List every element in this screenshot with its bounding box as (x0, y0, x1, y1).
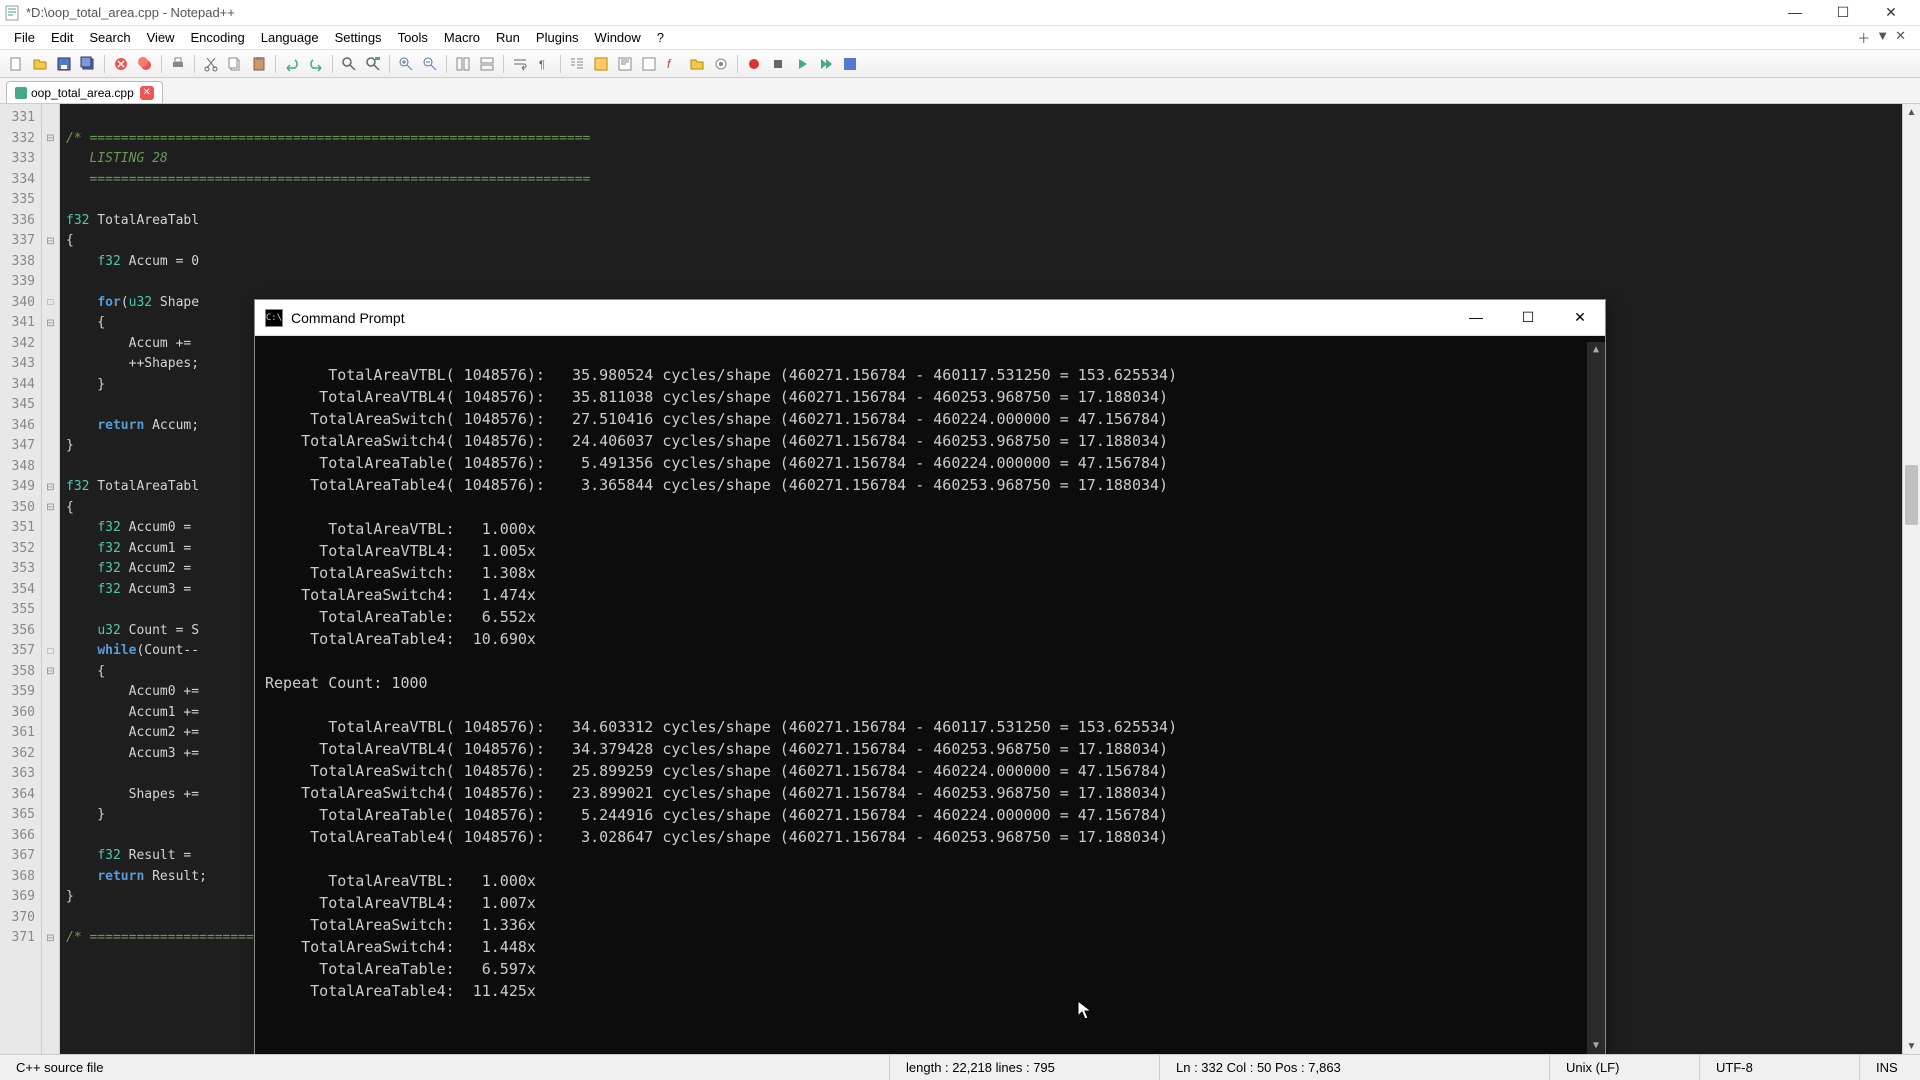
record-macro-icon[interactable] (744, 54, 764, 74)
copy-icon[interactable] (225, 54, 245, 74)
redo-icon[interactable] (306, 54, 326, 74)
replace-icon[interactable] (363, 54, 383, 74)
notepad-app-icon (4, 5, 20, 21)
save-all-icon[interactable] (78, 54, 98, 74)
word-wrap-icon[interactable] (510, 54, 530, 74)
folder-icon[interactable] (687, 54, 707, 74)
save-macro-icon[interactable] (840, 54, 860, 74)
line-number-gutter: 3313323333343353363373383393403413423433… (0, 104, 42, 1054)
cmd-app-icon: C:\ (265, 309, 283, 327)
menu-tools[interactable]: Tools (390, 28, 436, 47)
status-position: Ln : 332 Col : 50 Pos : 7,863 (1160, 1055, 1550, 1080)
undo-icon[interactable] (282, 54, 302, 74)
minimize-button[interactable]: — (1780, 4, 1810, 21)
svg-text:f: f (667, 57, 672, 71)
scroll-down-icon[interactable]: ▼ (1903, 1038, 1920, 1054)
find-icon[interactable] (339, 54, 359, 74)
dropdown-icon[interactable]: ▼ (1876, 28, 1889, 47)
file-tab[interactable]: oop_total_area.cpp ✕ (6, 81, 163, 103)
menu-bar: File Edit Search View Encoding Language … (0, 26, 1920, 50)
sync-v-icon[interactable] (453, 54, 473, 74)
status-encoding: UTF-8 (1700, 1055, 1860, 1080)
status-eol: Unix (LF) (1550, 1055, 1700, 1080)
file-tab-label: oop_total_area.cpp (31, 86, 134, 100)
cmd-body[interactable]: TotalAreaVTBL( 1048576): 35.980524 cycle… (255, 336, 1605, 1054)
open-file-icon[interactable] (30, 54, 50, 74)
close-tab-icon[interactable]: ✕ (140, 86, 154, 100)
menu-language[interactable]: Language (253, 28, 327, 47)
tab-bar: oop_total_area.cpp ✕ (0, 78, 1920, 104)
doc-list-icon[interactable] (639, 54, 659, 74)
status-length: length : 22,218 lines : 795 (890, 1055, 1160, 1080)
cmd-scroll-up-icon[interactable]: ▲ (1587, 342, 1605, 358)
play-multi-icon[interactable] (816, 54, 836, 74)
window-title: *D:\oop_total_area.cpp - Notepad++ (26, 5, 1780, 20)
cmd-title: Command Prompt (291, 310, 1461, 326)
maximize-button[interactable]: ☐ (1828, 4, 1858, 21)
func-list-icon[interactable]: f (663, 54, 683, 74)
zoom-out-icon[interactable] (420, 54, 440, 74)
command-prompt-window: C:\ Command Prompt — ☐ ✕ TotalAreaVTBL( … (254, 299, 1606, 1054)
toolbar: ¶ f (0, 50, 1920, 78)
vertical-scrollbar[interactable]: ▲ ▼ (1902, 104, 1920, 1054)
show-chars-icon[interactable]: ¶ (534, 54, 554, 74)
cmd-window-controls: — ☐ ✕ (1461, 309, 1595, 326)
user-lang-icon[interactable] (591, 54, 611, 74)
monitor-icon[interactable] (711, 54, 731, 74)
stop-macro-icon[interactable] (768, 54, 788, 74)
menu-help[interactable]: ? (649, 28, 672, 47)
new-file-icon[interactable] (6, 54, 26, 74)
scroll-up-icon[interactable]: ▲ (1903, 104, 1920, 120)
editor-area: 3313323333343353363373383393403413423433… (0, 104, 1920, 1054)
menu-file[interactable]: File (6, 28, 43, 47)
cmd-scroll-down-icon[interactable]: ▼ (1587, 1038, 1605, 1054)
window-controls: — ☐ ✕ (1780, 4, 1916, 21)
fold-margin[interactable]: ⊟⊟□⊟⊟⊟□⊟⊟ (42, 104, 60, 1054)
play-macro-icon[interactable] (792, 54, 812, 74)
close-docs-icon[interactable]: ✕ (1895, 28, 1906, 47)
window-title-bar: *D:\oop_total_area.cpp - Notepad++ — ☐ ✕ (0, 0, 1920, 26)
file-tab-icon (15, 87, 27, 99)
sync-h-icon[interactable] (477, 54, 497, 74)
cmd-close-button[interactable]: ✕ (1565, 309, 1595, 326)
status-file-type: C++ source file (0, 1055, 890, 1080)
cmd-minimize-button[interactable]: — (1461, 309, 1491, 326)
cmd-output: TotalAreaVTBL( 1048576): 35.980524 cycle… (265, 342, 1587, 1054)
cmd-title-bar[interactable]: C:\ Command Prompt — ☐ ✕ (255, 300, 1605, 336)
menu-macro[interactable]: Macro (436, 28, 488, 47)
close-all-icon[interactable] (135, 54, 155, 74)
status-bar: C++ source file length : 22,218 lines : … (0, 1054, 1920, 1080)
save-icon[interactable] (54, 54, 74, 74)
close-button[interactable]: ✕ (1876, 4, 1906, 21)
close-file-icon[interactable] (111, 54, 131, 74)
menu-settings[interactable]: Settings (327, 28, 390, 47)
cmd-maximize-button[interactable]: ☐ (1513, 309, 1543, 326)
menu-view[interactable]: View (139, 28, 183, 47)
zoom-in-icon[interactable] (396, 54, 416, 74)
menu-encoding[interactable]: Encoding (183, 28, 253, 47)
menu-plugins[interactable]: Plugins (528, 28, 587, 47)
print-icon[interactable] (168, 54, 188, 74)
menu-search[interactable]: Search (81, 28, 138, 47)
menu-edit[interactable]: Edit (43, 28, 81, 47)
menu-run[interactable]: Run (488, 28, 528, 47)
doc-map-icon[interactable] (615, 54, 635, 74)
cut-icon[interactable] (201, 54, 221, 74)
menu-right-icons: ＋ ▼ ✕ (1857, 28, 1914, 47)
add-icon[interactable]: ＋ (1857, 28, 1870, 47)
cmd-scrollbar[interactable]: ▲ ▼ (1587, 342, 1605, 1054)
paste-icon[interactable] (249, 54, 269, 74)
menu-window[interactable]: Window (587, 28, 649, 47)
status-ins: INS (1860, 1055, 1920, 1080)
svg-text:¶: ¶ (539, 59, 545, 71)
indent-guide-icon[interactable] (567, 54, 587, 74)
scrollbar-thumb[interactable] (1905, 465, 1918, 525)
